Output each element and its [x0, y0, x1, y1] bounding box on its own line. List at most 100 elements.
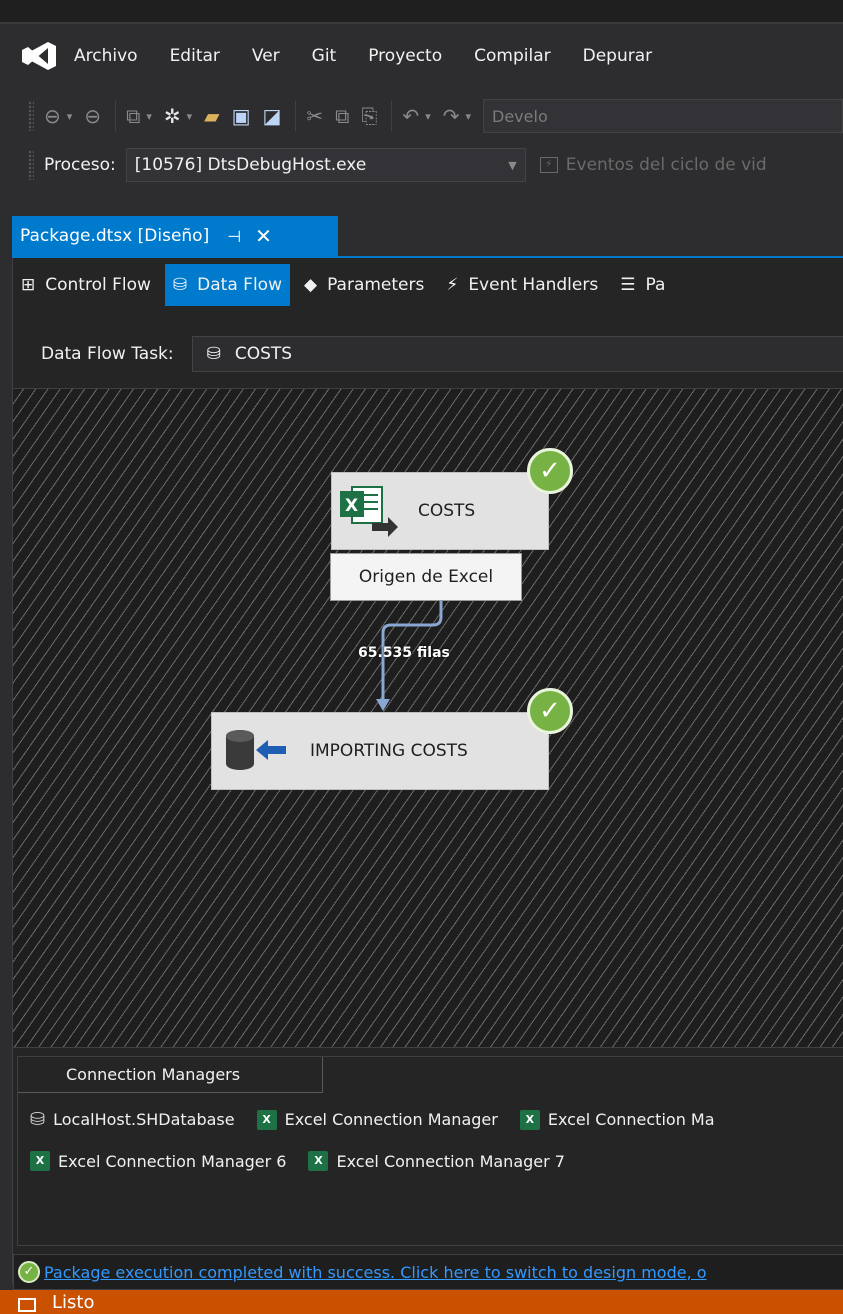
excel-source-label: COSTS — [418, 501, 476, 521]
new-project-icon[interactable]: ⧉ — [126, 106, 140, 126]
menu-git[interactable]: Git — [312, 46, 337, 66]
connection-name: Excel Connection Manager 7 — [336, 1151, 565, 1171]
title-bar-strip — [0, 0, 843, 24]
tab-package-explorer-label: Pa — [645, 275, 666, 295]
process-combo[interactable]: [10576] DtsDebugHost.exe ▼ — [125, 148, 526, 182]
document-tab-title: Package.dtsx [Diseño] — [20, 226, 210, 246]
open-folder-icon[interactable]: ▰ — [204, 106, 219, 126]
lifecycle-events-icon: ⚡ — [539, 157, 558, 173]
connection-row: X Excel Connection Manager 6 X Excel Con… — [30, 1151, 587, 1171]
component-tooltip: Origen de Excel — [330, 553, 522, 601]
connection-excel[interactable]: X Excel Connection Manager — [256, 1109, 498, 1130]
tab-control-flow[interactable]: ⊞ Control Flow — [13, 264, 159, 306]
navigate-back-icon[interactable]: ⊖ — [44, 106, 61, 126]
connection-localhost[interactable]: ⛁ LocalHost.SHDatabase — [30, 1109, 235, 1130]
connection-name: Excel Connection Ma — [547, 1110, 715, 1129]
menu-compilar[interactable]: Compilar — [474, 46, 550, 66]
tab-connection-managers[interactable]: Connection Managers — [18, 1057, 323, 1093]
database-icon: ⛁ — [30, 1109, 46, 1130]
new-project-dropdown-icon[interactable]: ▾ — [146, 111, 152, 122]
menu-depurar[interactable]: Depurar — [583, 46, 653, 66]
connection-excel-6[interactable]: X Excel Connection Manager 6 — [30, 1151, 286, 1171]
menu-ver[interactable]: Ver — [252, 46, 280, 66]
connection-name: Excel Connection Manager — [284, 1110, 498, 1129]
control-flow-icon: ⊞ — [21, 275, 36, 295]
destination-component[interactable]: IMPORTING COSTS — [211, 712, 549, 790]
data-flow-icon: ⛁ — [172, 275, 188, 295]
package-designer: ⊞ Control Flow ⛁ Data Flow ◆ Parameters … — [12, 258, 843, 1290]
chevron-down-icon[interactable]: ▼ — [508, 159, 516, 172]
connection-name: Excel Connection Manager 6 — [58, 1151, 287, 1171]
toolbar-separator — [391, 101, 393, 131]
add-item-icon[interactable]: ✲ — [164, 106, 181, 126]
tab-parameters-label: Parameters — [327, 275, 425, 295]
connection-excel-7[interactable]: X Excel Connection Manager 7 — [308, 1151, 565, 1171]
undo-dropdown-icon[interactable]: ▾ — [425, 111, 431, 122]
success-check-icon: ✓ — [18, 1261, 40, 1283]
excel-connection-icon: X — [256, 1109, 277, 1130]
execution-status-banner: ✓ Package execution completed with succe… — [13, 1254, 843, 1290]
tab-event-handlers-label: Event Handlers — [468, 275, 599, 295]
undo-icon[interactable]: ↶ — [402, 106, 419, 126]
database-destination-icon — [226, 730, 286, 770]
excel-source-component[interactable]: X COSTS — [331, 472, 549, 550]
tab-event-handlers[interactable]: ⚡ Event Handlers — [438, 264, 606, 306]
data-flow-task-combo[interactable]: ⛁ COSTS — [191, 336, 843, 372]
switch-to-design-mode-link[interactable]: Package execution completed with success… — [44, 1263, 707, 1282]
add-item-dropdown-icon[interactable]: ▾ — [187, 111, 193, 122]
redo-dropdown-icon[interactable]: ▾ — [465, 111, 471, 122]
package-explorer-icon: ☰ — [620, 275, 636, 295]
copy-icon[interactable]: ⧉ — [335, 106, 349, 126]
tab-data-flow-label: Data Flow — [197, 275, 282, 295]
parameters-icon: ◆ — [303, 275, 318, 295]
toolbar-grip[interactable] — [28, 150, 34, 180]
navigate-back-dropdown-icon[interactable]: ▾ — [67, 111, 73, 122]
success-check-icon: ✓ — [527, 688, 573, 734]
destination-label: IMPORTING COSTS — [310, 741, 468, 761]
success-check-icon: ✓ — [527, 448, 573, 494]
pin-icon[interactable]: ⊣ — [227, 227, 241, 246]
close-icon[interactable]: ✕ — [255, 224, 272, 248]
output-window-icon[interactable] — [18, 1298, 36, 1312]
excel-source-icon: X — [340, 486, 398, 537]
save-icon[interactable]: ▣ — [232, 106, 251, 126]
row-count-label: 65.535 filas — [358, 645, 450, 661]
lifecycle-events-combo[interactable]: ⚡ Eventos del ciclo de vid — [539, 155, 767, 175]
tab-control-flow-label: Control Flow — [45, 275, 151, 295]
menu-proyecto[interactable]: Proyecto — [368, 46, 442, 66]
toolbar-separator — [115, 101, 117, 131]
paste-icon[interactable]: ⎘ — [361, 106, 377, 126]
standard-toolbar: ⊖ ▾ ⊖ ⧉ ▾ ✲ ▾ ▰ ▣ ◪ ✂ ⧉ ⎘ ↶ ▾ ↷ ▾ Develo — [0, 92, 843, 140]
tab-parameters[interactable]: ◆ Parameters — [296, 264, 432, 306]
tab-package-explorer[interactable]: ☰ Pa — [612, 264, 673, 306]
designer-tab-strip: ⊞ Control Flow ⛁ Data Flow ◆ Parameters … — [13, 264, 843, 306]
configuration-combo[interactable]: Develo — [483, 99, 843, 133]
menu-archivo[interactable]: Archivo — [74, 46, 138, 66]
lifecycle-events-label: Eventos del ciclo de vid — [565, 155, 767, 175]
toolbar-grip[interactable] — [28, 101, 34, 131]
data-flow-task-icon: ⛁ — [206, 344, 221, 364]
data-flow-canvas[interactable]: X COSTS ✓ Origen de Excel 65.535 filas I… — [13, 388, 843, 1048]
connection-row: ⛁ LocalHost.SHDatabase X Excel Connectio… — [30, 1109, 737, 1130]
cut-icon[interactable]: ✂ — [306, 106, 323, 126]
debug-location-toolbar: Proceso: [10576] DtsDebugHost.exe ▼ ⚡ Ev… — [0, 146, 843, 184]
document-tab-package[interactable]: Package.dtsx [Diseño] ⊣ ✕ — [12, 216, 338, 256]
menu-bar: Archivo Editar Ver Git Proyecto Compilar… — [0, 28, 843, 84]
excel-connection-icon: X — [30, 1151, 50, 1171]
excel-connection-icon: X — [308, 1151, 329, 1171]
redo-icon[interactable]: ↷ — [443, 106, 460, 126]
status-text: Listo — [52, 1292, 95, 1313]
save-all-icon[interactable]: ◪ — [262, 106, 281, 126]
process-label: Proceso: — [44, 155, 116, 175]
data-flow-task-value: COSTS — [234, 344, 293, 364]
visual-studio-logo-icon[interactable] — [16, 28, 62, 84]
connection-managers-panel: Connection Managers ⛁ LocalHost.SHDataba… — [17, 1056, 843, 1246]
data-flow-task-label: Data Flow Task: — [41, 344, 174, 364]
tab-data-flow[interactable]: ⛁ Data Flow — [164, 264, 290, 306]
navigate-forward-icon[interactable]: ⊖ — [84, 106, 101, 126]
toolbar-separator — [295, 101, 297, 131]
connection-excel-truncated[interactable]: X Excel Connection Ma — [519, 1109, 715, 1130]
menu-editar[interactable]: Editar — [170, 46, 220, 66]
excel-connection-icon: X — [519, 1109, 540, 1130]
document-tab-row: Package.dtsx [Diseño] ⊣ ✕ — [0, 216, 843, 258]
